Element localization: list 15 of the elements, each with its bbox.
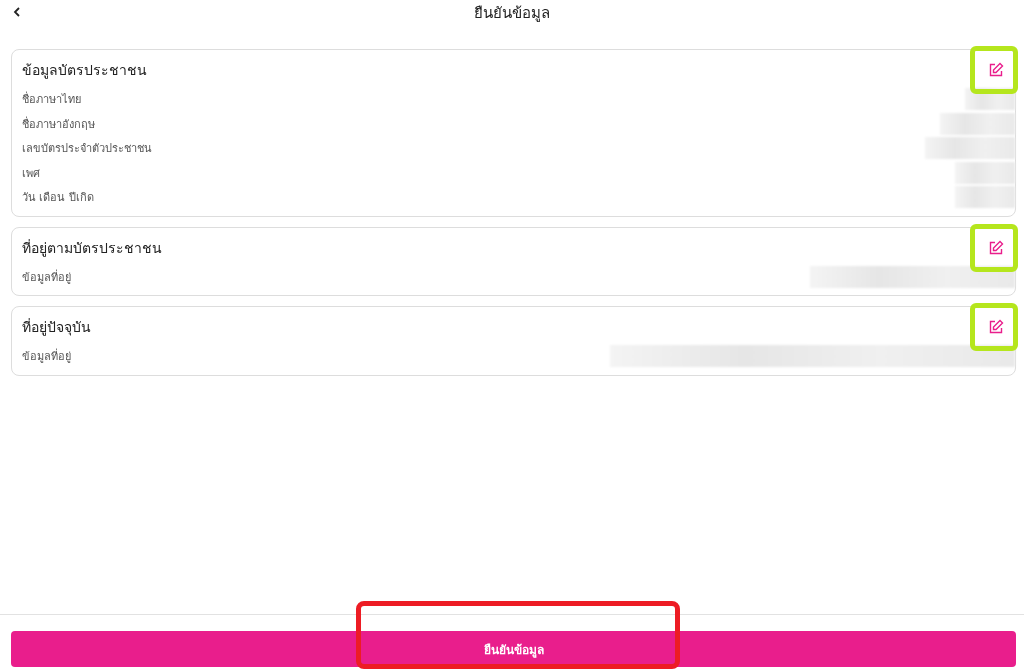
edit-icon[interactable] [988, 62, 1004, 78]
confirm-button[interactable]: ยืนยันข้อมูล [11, 631, 1016, 667]
field-label: ข้อมูลที่อยู่ [22, 347, 71, 366]
field-label: วัน เดือน ปีเกิด [22, 190, 94, 207]
edit-icon[interactable] [988, 319, 1004, 335]
section-title: ที่อยู่ตามบัตรประชาชน [22, 238, 162, 259]
field-label: เลขบัตรประจำตัวประชาชน [22, 141, 152, 158]
field-label: ชื่อภาษาอังกฤษ [22, 115, 95, 133]
field-label: เพศ [22, 165, 40, 182]
page-title: ยืนยันข้อมูล [474, 3, 550, 24]
edit-icon[interactable] [988, 239, 1004, 256]
field-label: ข้อมูลที่อยู่ [22, 268, 71, 286]
section-title: ที่อยู่ปัจจุบัน [22, 317, 91, 338]
field-label: ชื่อภาษาไทย [22, 90, 81, 109]
section-title: ข้อมูลบัตรประชาชน [22, 61, 147, 81]
